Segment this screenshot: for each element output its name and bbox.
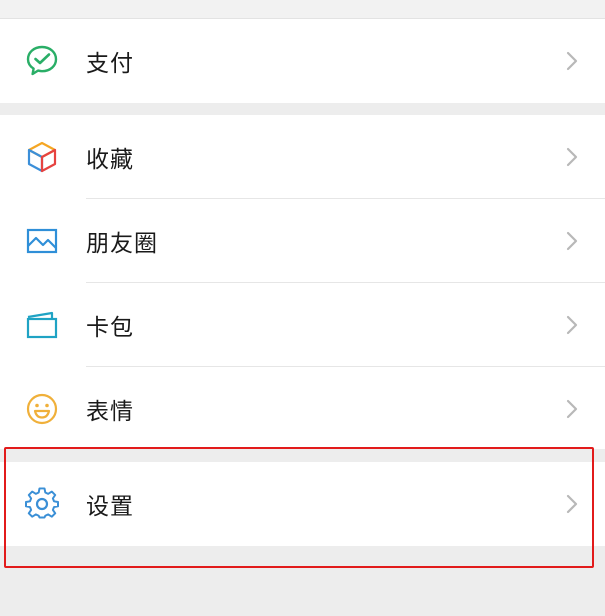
menu-item-label: 设置 [86,494,134,520]
menu-item-moments[interactable]: 朋友圈 [0,199,605,283]
smiley-icon [24,391,60,427]
menu-item-stickers[interactable]: 表情 [0,367,605,451]
chevron-right-icon [565,230,579,252]
wechat-pay-icon [24,43,60,79]
chevron-right-icon [565,146,579,168]
card-wallet-icon [24,307,60,343]
gear-icon [24,486,60,522]
image-moments-icon [24,223,60,259]
menu-item-settings[interactable]: 设置 [0,462,605,546]
me-page-screen: 支付 收藏 朋友圈 卡包 表情 设置 [0,0,605,616]
chevron-right-icon [565,50,579,72]
menu-item-label: 收藏 [86,147,134,173]
group-pay: 支付 [0,19,605,103]
menu-item-cards[interactable]: 卡包 [0,283,605,367]
menu-item-label: 朋友圈 [86,231,158,257]
menu-item-favorites[interactable]: 收藏 [0,115,605,199]
top-strip [0,0,605,19]
group-settings: 设置 [0,462,605,546]
cube-favorites-icon [24,139,60,175]
menu-item-label: 表情 [86,399,134,425]
menu-item-label: 支付 [86,51,134,77]
group-main: 收藏 朋友圈 卡包 表情 [0,115,605,449]
chevron-right-icon [565,398,579,420]
chevron-right-icon [565,314,579,336]
menu-item-label: 卡包 [86,315,134,341]
chevron-right-icon [565,493,579,515]
menu-item-pay[interactable]: 支付 [0,19,605,103]
